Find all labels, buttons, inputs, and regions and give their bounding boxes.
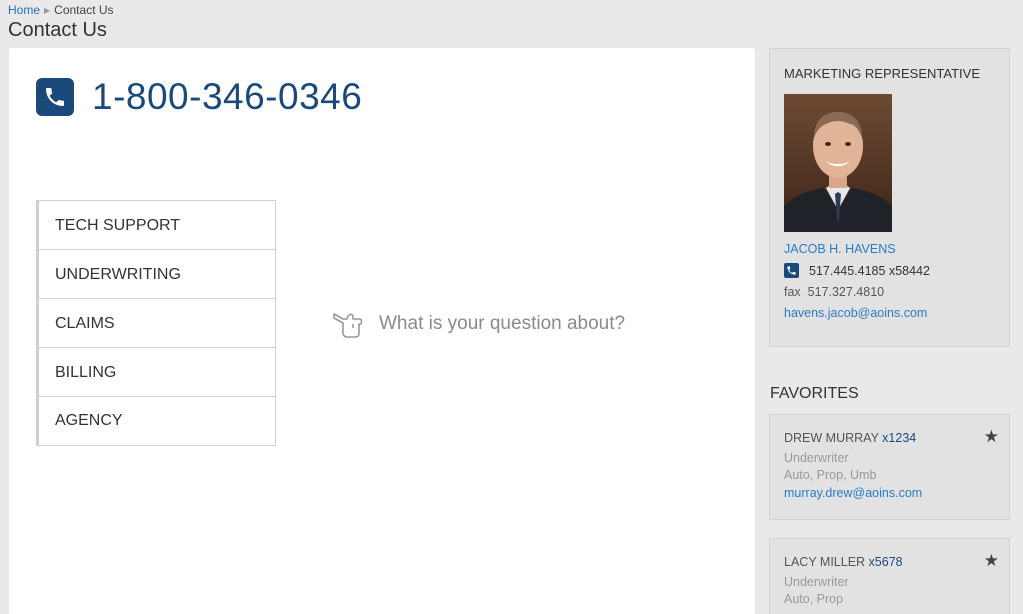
breadcrumb-current: Contact Us <box>54 3 114 17</box>
department-item-claims[interactable]: CLAIMS <box>39 299 275 348</box>
favorite-lines: Auto, Prop <box>784 592 844 606</box>
representative-email-link[interactable]: havens.jacob@aoins.com <box>784 306 927 320</box>
favorites-heading: FAVORITES <box>770 385 859 402</box>
favorite-title: Underwriter <box>784 575 849 589</box>
fax-label: fax <box>784 285 801 299</box>
favorite-card: DREW MURRAY x1234 ★ Underwriter Auto, Pr… <box>769 414 1010 520</box>
star-icon[interactable]: ★ <box>984 551 999 571</box>
favorite-lines: Auto, Prop, Umb <box>784 468 877 482</box>
question-prompt-text: What is your question about? <box>379 313 626 334</box>
favorite-name-row: DREW MURRAY x1234 <box>784 431 916 445</box>
department-item-underwriting[interactable]: UNDERWRITING <box>39 250 275 299</box>
pointing-hand-icon <box>333 313 363 338</box>
favorite-card: LACY MILLER x5678 ★ Underwriter Auto, Pr… <box>769 538 1010 614</box>
phone-header: 1-800-346-0346 <box>36 76 362 118</box>
fax-number: 517.327.4810 <box>807 285 885 299</box>
favorite-name-row: LACY MILLER x5678 <box>784 555 903 569</box>
representative-fax: fax 517.327.4810 <box>784 285 884 299</box>
representative-phone[interactable]: 517.445.4185 x58442 <box>809 264 930 278</box>
favorite-name: DREW MURRAY <box>784 431 879 445</box>
favorite-email-link[interactable]: murray.drew@aoins.com <box>784 486 922 500</box>
main-panel: 1-800-346-0346 TECH SUPPORT UNDERWRITING… <box>9 48 755 614</box>
representative-photo <box>784 94 892 232</box>
question-prompt: What is your question about? <box>331 310 625 338</box>
department-list: TECH SUPPORT UNDERWRITING CLAIMS BILLING… <box>36 200 276 446</box>
favorite-title: Underwriter <box>784 451 849 465</box>
favorite-name: LACY MILLER <box>784 555 866 569</box>
department-item-billing[interactable]: BILLING <box>39 348 275 397</box>
marketing-representative-card: MARKETING REPRESENTATIVE JACOB H. HAVENS <box>769 48 1010 347</box>
phone-icon <box>784 263 799 278</box>
representative-phone-row: 517.445.4185 x58442 <box>784 263 930 278</box>
department-item-tech-support[interactable]: TECH SUPPORT <box>39 201 275 250</box>
star-icon[interactable]: ★ <box>984 427 999 447</box>
breadcrumb: Home ▶ Contact Us <box>8 3 114 17</box>
representative-name-link[interactable]: JACOB H. HAVENS <box>784 242 896 256</box>
favorite-extension[interactable]: x1234 <box>882 431 916 445</box>
representative-heading: MARKETING REPRESENTATIVE <box>784 66 980 81</box>
breadcrumb-home-link[interactable]: Home <box>8 3 40 17</box>
page-title: Contact Us <box>8 19 107 41</box>
main-phone-number[interactable]: 1-800-346-0346 <box>92 76 362 118</box>
breadcrumb-separator-icon: ▶ <box>44 5 51 15</box>
favorite-extension[interactable]: x5678 <box>869 555 903 569</box>
phone-icon <box>36 78 74 116</box>
department-item-agency[interactable]: AGENCY <box>39 397 275 445</box>
